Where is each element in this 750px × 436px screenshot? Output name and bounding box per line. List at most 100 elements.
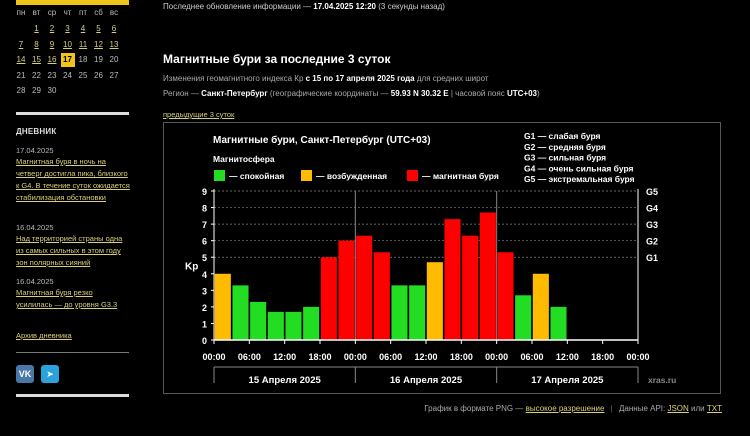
calendar-day-today[interactable]: 17 (60, 53, 75, 67)
calendar-day[interactable]: 12 (92, 38, 106, 52)
timezone: UTC+03 (506, 89, 537, 98)
x-tick-label: 12:00 (273, 352, 296, 362)
legend-label: — магнитная буря (422, 171, 499, 181)
g-level-label: G2 (646, 237, 658, 247)
calendar-weekday: пт (79, 8, 87, 17)
json-link[interactable]: JSON (667, 404, 688, 413)
calendar-weekday: ср (47, 8, 57, 17)
calendar-day[interactable]: 2 (45, 22, 59, 36)
page-title: Магнитные бури за последние 3 суток (163, 52, 391, 66)
coords-prefix: (географические координаты — (269, 89, 389, 98)
calendar-day[interactable]: 6 (107, 22, 121, 36)
footer-separator: | (610, 404, 613, 413)
x-tick-label: 18:00 (450, 352, 473, 362)
calendar-day[interactable]: 4 (76, 22, 90, 36)
calendar-day[interactable]: 10 (61, 38, 75, 52)
kp-bar (303, 306, 320, 340)
calendar-weekday: сб (94, 8, 103, 17)
y-tick-label: 5 (202, 253, 207, 263)
x-tick-label: 00:00 (344, 352, 367, 362)
tz-prefix: | часовой пояс (450, 89, 505, 98)
legend-swatch (407, 170, 418, 181)
g-level-label: G4 (646, 204, 658, 214)
last-update-line: Последнее обновление информации — 17.04.… (163, 2, 445, 11)
diary-title: ДНЕВНИК (16, 127, 57, 136)
update-prefix: Последнее обновление информации — (163, 2, 312, 11)
calendar-week: 14 15 16 17 18 19 20 (14, 53, 130, 67)
kp-bar (391, 285, 408, 340)
diary-date: 17.04.2025 (16, 146, 54, 155)
calendar-day[interactable]: 15 (30, 53, 44, 67)
kp-bar (356, 235, 373, 340)
x-tick-label: 12:00 (556, 352, 579, 362)
calendar-day[interactable]: 8 (30, 38, 44, 52)
desc-period: с 15 по 17 апреля 2025 года (305, 74, 415, 83)
calendar-day: 30 (47, 86, 57, 95)
calendar-day: 24 (63, 70, 72, 80)
kp-bar (285, 311, 302, 340)
telegram-icon[interactable]: ➤ (41, 365, 59, 383)
sidebar: пн вт ср чт пт сб вс 1 2 3 4 5 6 7 8 9 10 11 12 13 14 15 16 17 1… (0, 0, 135, 436)
calendar-week: 28 29 30 (14, 84, 130, 98)
g-legend-item: G4 — очень сильная буря (524, 163, 634, 173)
desc-prefix: Изменения геомагнитного индекса Кр (163, 74, 304, 83)
calendar-week: 7 8 9 10 11 12 13 (14, 38, 130, 52)
y-axis-label: Kp (185, 262, 198, 273)
calendar-day: 25 (78, 70, 88, 80)
kp-bar (444, 219, 461, 340)
high-res-link[interactable]: высокое разрешение (526, 404, 605, 413)
vk-icon[interactable]: VK (16, 365, 34, 383)
calendar-day[interactable]: 9 (45, 38, 59, 52)
png-prefix: График в формате PNG — (424, 404, 524, 413)
x-tick-label: 00:00 (202, 352, 225, 362)
divider (16, 112, 129, 115)
legend-swatch (301, 170, 312, 181)
kp-bar (267, 311, 284, 340)
g-level-label: G3 (646, 220, 658, 230)
chart-title: Магнитные бури, Санкт-Петербург (UTC+03) (213, 134, 431, 146)
calendar-day: 26 (94, 70, 103, 80)
calendar-day[interactable]: 3 (61, 22, 75, 36)
calendar-day[interactable]: 1 (30, 22, 44, 36)
diary-entry-link[interactable]: Над территорией страны одна из самых сил… (16, 233, 131, 269)
kp-bar (462, 235, 479, 340)
diary-entry-link[interactable]: Магнитная буря в ночь на четверг достигл… (16, 156, 131, 204)
calendar-weekday: вт (32, 8, 41, 17)
diary-archive-link[interactable]: Архив дневника (16, 331, 72, 340)
calendar-weekday: пн (16, 8, 26, 17)
calendar-day[interactable]: 11 (76, 38, 90, 52)
diary-date: 16.04.2025 (16, 277, 54, 286)
calendar-day[interactable]: 16 (45, 53, 59, 67)
kp-bar (426, 262, 443, 340)
calendar-weekdays: пн вт ср чт пт сб вс (14, 6, 130, 20)
txt-link[interactable]: TXT (707, 404, 722, 413)
kp-bar (550, 306, 567, 340)
calendar-day: 18 (78, 55, 88, 64)
x-tick-label: 06:00 (520, 352, 543, 362)
calendar-day: 27 (109, 70, 119, 80)
kp-bar (320, 257, 337, 340)
y-tick-label: 3 (202, 286, 207, 296)
calendar-day: 19 (94, 55, 103, 64)
footer: График в формате PNG — высокое разрешени… (424, 404, 722, 413)
diary-entry-link[interactable]: Магнитная буря резко усилилась — до уров… (16, 287, 131, 311)
kp-bar (532, 273, 549, 340)
description: Изменения геомагнитного индекса Кр с 15 … (163, 74, 489, 83)
y-tick-label: 7 (202, 220, 207, 230)
kp-bar (232, 285, 249, 340)
calendar-day[interactable]: 14 (14, 53, 28, 67)
calendar-day[interactable]: 5 (92, 22, 106, 36)
previous-period-link[interactable]: предыдущие 3 суток (163, 110, 234, 119)
chart-subtitle: Магнитосфера (213, 154, 275, 164)
legend-label: — возбужденная (316, 171, 387, 181)
x-tick-label: 06:00 (238, 352, 261, 362)
calendar-weekday: чт (63, 8, 72, 17)
calendar-day[interactable]: 13 (107, 38, 121, 52)
api-prefix: Данные API: (618, 404, 666, 413)
calendar-day[interactable]: 7 (14, 38, 28, 52)
x-tick-label: 06:00 (379, 352, 402, 362)
update-ago: (3 секунды назад) (378, 2, 445, 11)
kp-bar (515, 295, 532, 340)
g-legend-item: G5 — экстремальная буря (524, 174, 635, 184)
calendar-day: 22 (32, 70, 41, 80)
